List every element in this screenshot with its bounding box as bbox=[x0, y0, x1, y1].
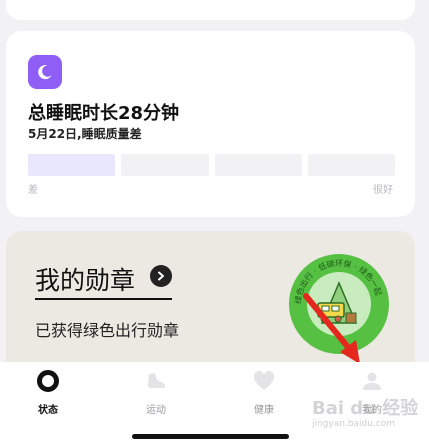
quality-scale-low: 差 bbox=[28, 185, 38, 196]
sleep-quality-subtitle: 5月22日,睡眠质量差 bbox=[28, 127, 142, 141]
chevron-right-icon[interactable] bbox=[150, 265, 172, 287]
ring-icon bbox=[35, 368, 61, 394]
shoe-icon bbox=[143, 368, 169, 394]
my-badges-card[interactable]: 我的勋章 已获得绿色出行勋章 绿色出行 · 低碳环保 · 绿色一起 bbox=[6, 231, 415, 381]
tab-label: 健康 bbox=[254, 405, 274, 416]
heart-icon bbox=[251, 368, 277, 394]
quality-segment bbox=[121, 154, 209, 176]
badges-title-underline bbox=[35, 298, 172, 300]
quality-segment bbox=[307, 154, 395, 176]
quality-segment bbox=[214, 154, 302, 176]
moon-icon bbox=[28, 55, 62, 89]
quality-segment bbox=[28, 154, 116, 176]
badges-subtitle: 已获得绿色出行勋章 bbox=[35, 321, 180, 340]
previous-card bbox=[6, 0, 415, 20]
home-indicator[interactable] bbox=[132, 434, 289, 439]
watermark-logo: Bai du 经验 bbox=[312, 398, 419, 419]
tab-label: 运动 bbox=[146, 405, 166, 416]
sleep-card[interactable]: 总睡眠时长28分钟 5月22日,睡眠质量差 差 很好 bbox=[6, 31, 415, 217]
person-icon bbox=[359, 368, 385, 394]
sleep-duration-title: 总睡眠时长28分钟 bbox=[28, 103, 180, 124]
badges-title[interactable]: 我的勋章 bbox=[35, 261, 135, 297]
tab-label: 状态 bbox=[38, 405, 58, 416]
quality-scale-high: 很好 bbox=[373, 185, 393, 196]
tab-exercise[interactable]: 运动 bbox=[126, 368, 186, 416]
sleep-quality-bar bbox=[28, 154, 395, 176]
tab-status[interactable]: 状态 bbox=[18, 368, 78, 416]
tab-health[interactable]: 健康 bbox=[234, 368, 294, 416]
watermark-url: jingyan.baidu.com bbox=[312, 419, 396, 429]
green-travel-medal-icon[interactable]: 绿色出行 · 低碳环保 · 绿色一起 bbox=[288, 253, 390, 355]
